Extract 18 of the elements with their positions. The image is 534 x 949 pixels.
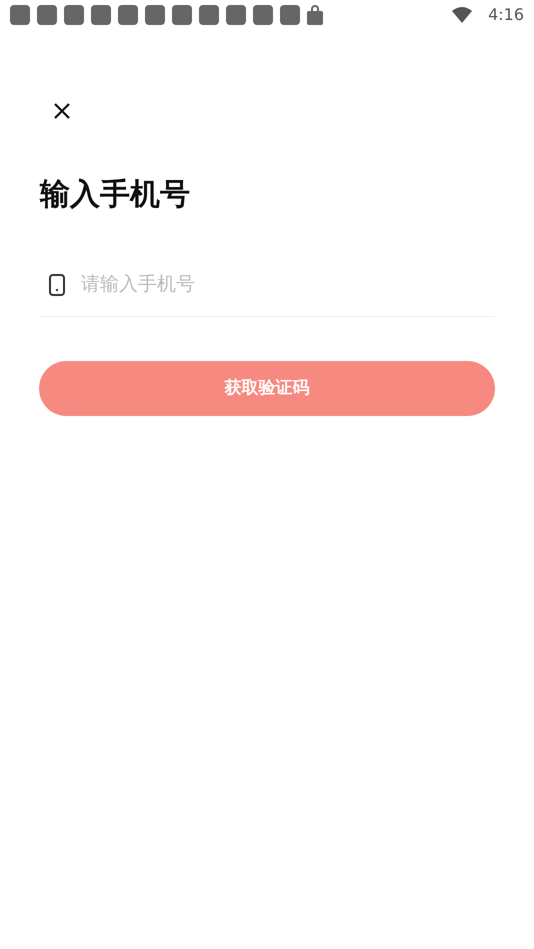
notification-icon [145, 5, 165, 25]
page-title: 输入手机号 [40, 176, 191, 214]
wifi-icon [452, 7, 472, 23]
get-code-button[interactable]: 获取验证码 [39, 361, 495, 416]
notification-icon [280, 5, 300, 25]
notification-icon [118, 5, 138, 25]
notification-icon [253, 5, 273, 25]
notification-icon [91, 5, 111, 25]
status-time: 4:16 [488, 4, 524, 26]
notification-icon [199, 5, 219, 25]
notification-icon [10, 5, 30, 25]
bag-icon [307, 5, 323, 25]
notification-icon [226, 5, 246, 25]
close-icon [52, 100, 72, 121]
notification-icon [37, 5, 57, 25]
notification-icon [172, 5, 192, 25]
notification-icon [64, 5, 84, 25]
phone-icon [49, 274, 65, 296]
